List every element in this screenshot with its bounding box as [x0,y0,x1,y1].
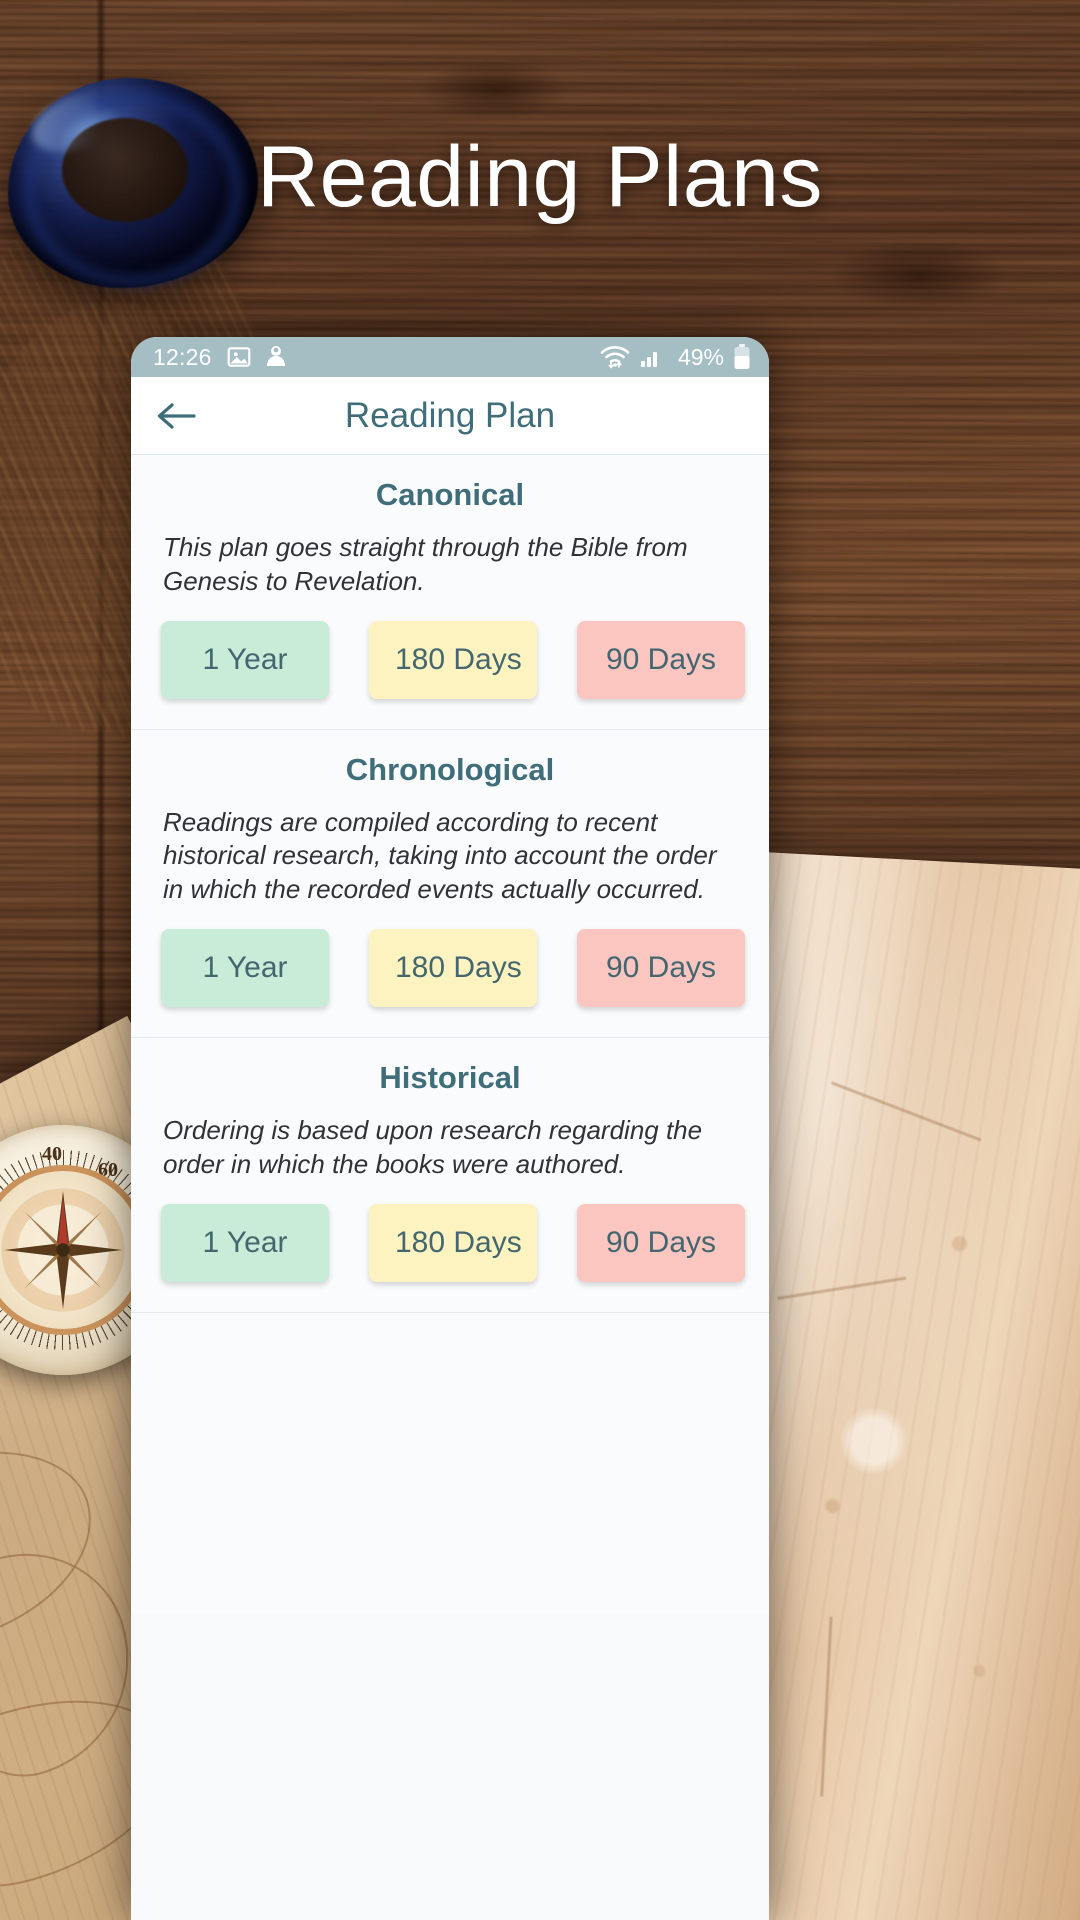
plan-button-1-year[interactable]: 1 Year [161,928,329,1007]
plan-list[interactable]: Canonical This plan goes straight throug… [131,455,769,1920]
plan-card-historical[interactable]: Historical Ordering is based upon resear… [131,1037,769,1313]
back-arrow-icon [157,402,196,429]
cellular-signal-icon [640,352,657,367]
phone-screen: 12:26 49% Reading Plan Canonical This pl… [131,337,769,1920]
plan-button-180-days[interactable]: 180 Days [369,1203,537,1282]
status-system-icons: 49% [600,343,751,371]
app-bar-title: Reading Plan [344,395,556,435]
plan-title: Canonical [375,477,525,512]
status-time: 12:26 [153,343,212,370]
plan-title: Historical [379,1059,521,1095]
plan-button-180-days[interactable]: 180 Days [369,928,537,1007]
back-button[interactable] [141,381,211,451]
plan-description: Ordering is based upon research regardin… [163,1114,703,1179]
battery-percent: 49% [677,343,724,370]
image-icon [227,347,250,367]
plan-title: Chronological [345,751,555,787]
compass-needle [1,1188,125,1312]
list-empty-space [131,1312,769,1613]
plan-duration-buttons: 1 Year 180 Days 90 Days [157,620,745,699]
plan-description: Readings are compiled according to recen… [163,806,717,905]
wood-knot [830,240,1010,310]
plan-button-1-year[interactable]: 1 Year [161,1203,329,1282]
plan-button-1-year[interactable]: 1 Year [161,620,329,699]
app-bar: Reading Plan [131,377,769,455]
plan-card-chronological[interactable]: Chronological Readings are compiled acco… [131,729,769,1038]
plan-button-180-days[interactable]: 180 Days [369,620,537,699]
plan-button-90-days[interactable]: 90 Days [577,1203,745,1282]
background-scene: 40 60 80 Reading Plan [0,0,1080,1920]
wifi-icon [600,346,630,369]
page-title: Reading Plans [257,129,823,225]
plan-duration-buttons: 1 Year 180 Days 90 Days [157,1203,745,1282]
plan-duration-buttons: 1 Year 180 Days 90 Days [157,928,745,1007]
plan-button-90-days[interactable]: 90 Days [577,620,745,699]
wood-knot [420,60,570,120]
plan-button-90-days[interactable]: 90 Days [577,928,745,1007]
plan-card-canonical[interactable]: Canonical This plan goes straight throug… [131,455,769,730]
snowman-icon [266,346,285,366]
battery-icon [734,344,750,369]
status-bar: 12:26 49% [131,337,769,377]
status-notification-icons [226,344,288,370]
plan-description: This plan goes straight through the Bibl… [163,532,688,596]
